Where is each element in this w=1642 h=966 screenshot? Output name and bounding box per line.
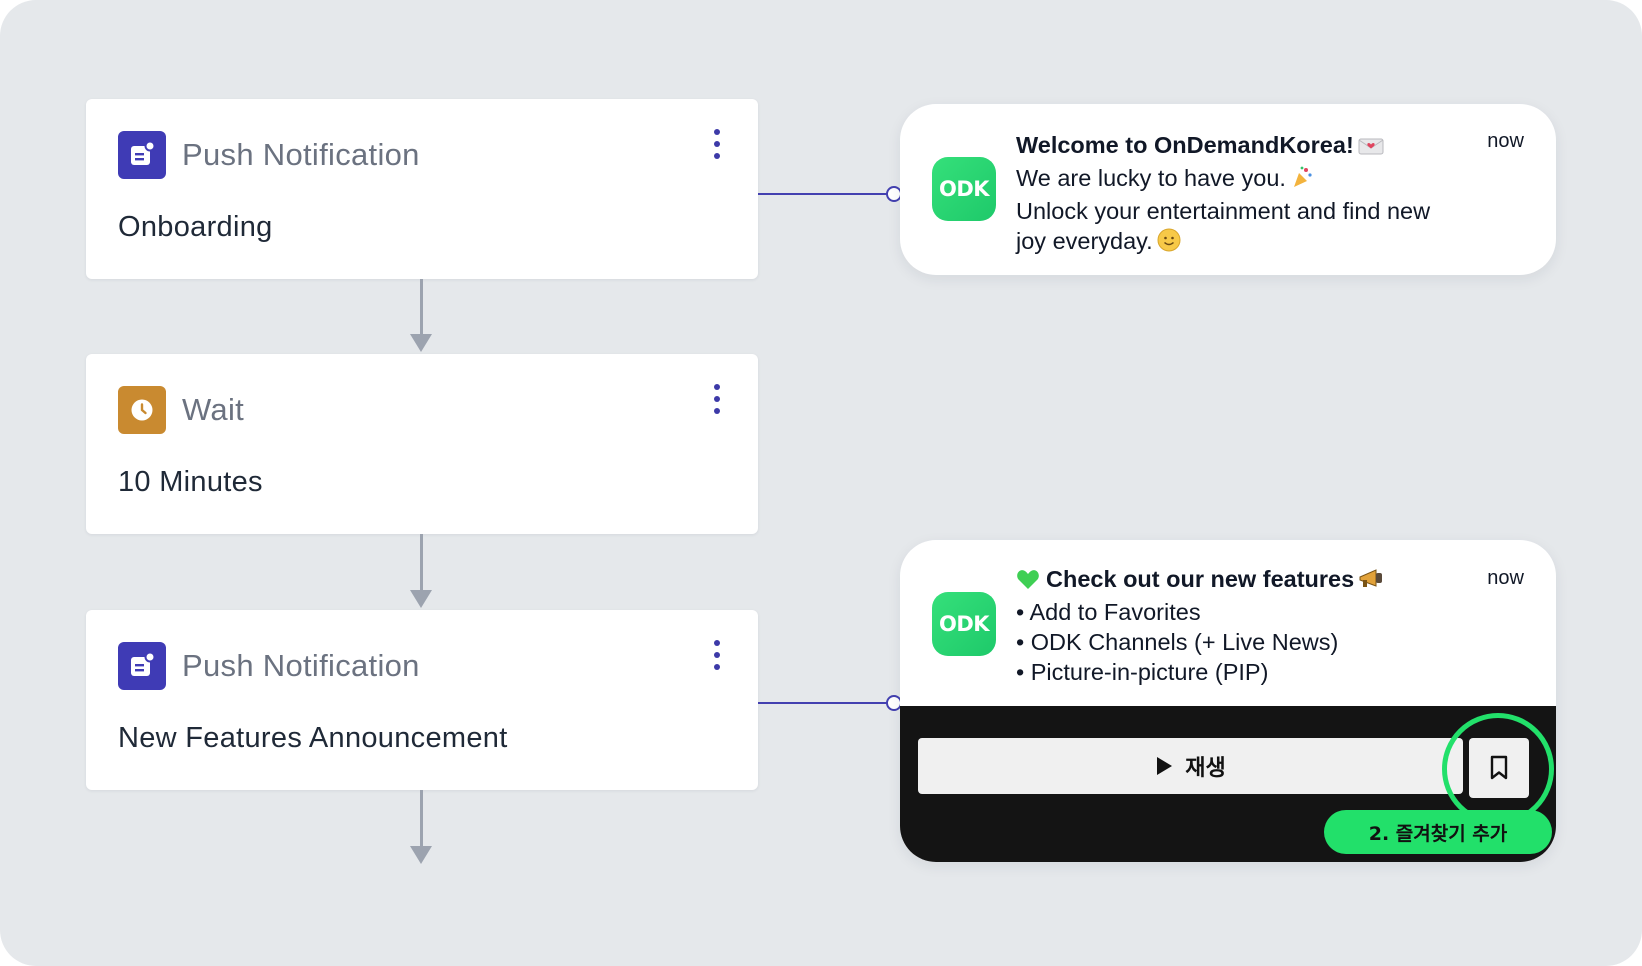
smiley-face-icon [1157, 228, 1181, 259]
clock-icon [118, 386, 166, 434]
flow-arrow-line [420, 534, 423, 592]
highlight-ring [1442, 713, 1554, 825]
green-heart-icon [1016, 567, 1040, 597]
arrow-down-icon [410, 846, 432, 864]
play-button[interactable]: 재생 [918, 738, 1463, 794]
megaphone-icon [1358, 567, 1386, 597]
notification-action-bar: 재생 2. 즐겨찾기 추가 [900, 706, 1556, 862]
notification-title: Check out our new features [1046, 566, 1355, 592]
message-icon [118, 131, 166, 179]
more-options-icon[interactable] [710, 129, 724, 159]
connector-line [758, 193, 896, 195]
more-options-icon[interactable] [710, 384, 724, 414]
notification-line: joy everyday. [1016, 228, 1153, 254]
notification-line: • ODK Channels (+ Live News) [1016, 629, 1339, 655]
step-name-label: 10 Minutes [118, 466, 263, 498]
notification-body: Welcome to OnDemandKorea! We are lucky t… [1016, 130, 1430, 259]
notification-preview-new-features: ODK Check out our new features • Add to … [900, 540, 1556, 862]
love-letter-icon [1358, 133, 1384, 163]
notification-line: • Picture-in-picture (PIP) [1016, 659, 1269, 685]
notification-time: now [1487, 567, 1524, 589]
notification-line: • Add to Favorites [1016, 599, 1201, 625]
notification-preview-welcome: ODK Welcome to OnDemandKorea! We are luc… [900, 104, 1556, 275]
notification-body: Check out our new features • Add to Favo… [1016, 564, 1386, 687]
step-type-label: Wait [182, 392, 245, 427]
flow-step-push-onboarding[interactable]: Push Notification Onboarding [86, 99, 758, 279]
step-name-label: New Features Announcement [118, 722, 508, 754]
arrow-down-icon [410, 590, 432, 608]
arrow-down-icon [410, 334, 432, 352]
play-button-label: 재생 [1185, 756, 1226, 781]
odk-app-logo: ODK [932, 592, 996, 656]
notification-title: Welcome to OnDemandKorea! [1016, 132, 1354, 158]
flow-arrow-line [420, 790, 423, 848]
notification-line: Unlock your entertainment and find new [1016, 198, 1431, 224]
flow-step-wait[interactable]: Wait 10 Minutes [86, 354, 758, 534]
notification-time: now [1487, 130, 1524, 152]
flow-step-push-new-features[interactable]: Push Notification New Features Announcem… [86, 610, 758, 790]
step-name-label: Onboarding [118, 211, 273, 243]
connector-line [758, 702, 896, 704]
party-popper-icon [1290, 165, 1314, 196]
odk-app-logo: ODK [932, 157, 996, 221]
step-type-label: Push Notification [182, 137, 420, 172]
more-options-icon[interactable] [710, 640, 724, 670]
message-icon [118, 642, 166, 690]
favorites-callout: 2. 즐겨찾기 추가 [1324, 810, 1552, 854]
step-type-label: Push Notification [182, 648, 420, 683]
flow-arrow-line [420, 279, 423, 337]
canvas: Push Notification Onboarding Wait 10 Min… [0, 0, 1642, 966]
notification-line: We are lucky to have you. [1016, 165, 1286, 191]
play-icon [1157, 757, 1173, 775]
